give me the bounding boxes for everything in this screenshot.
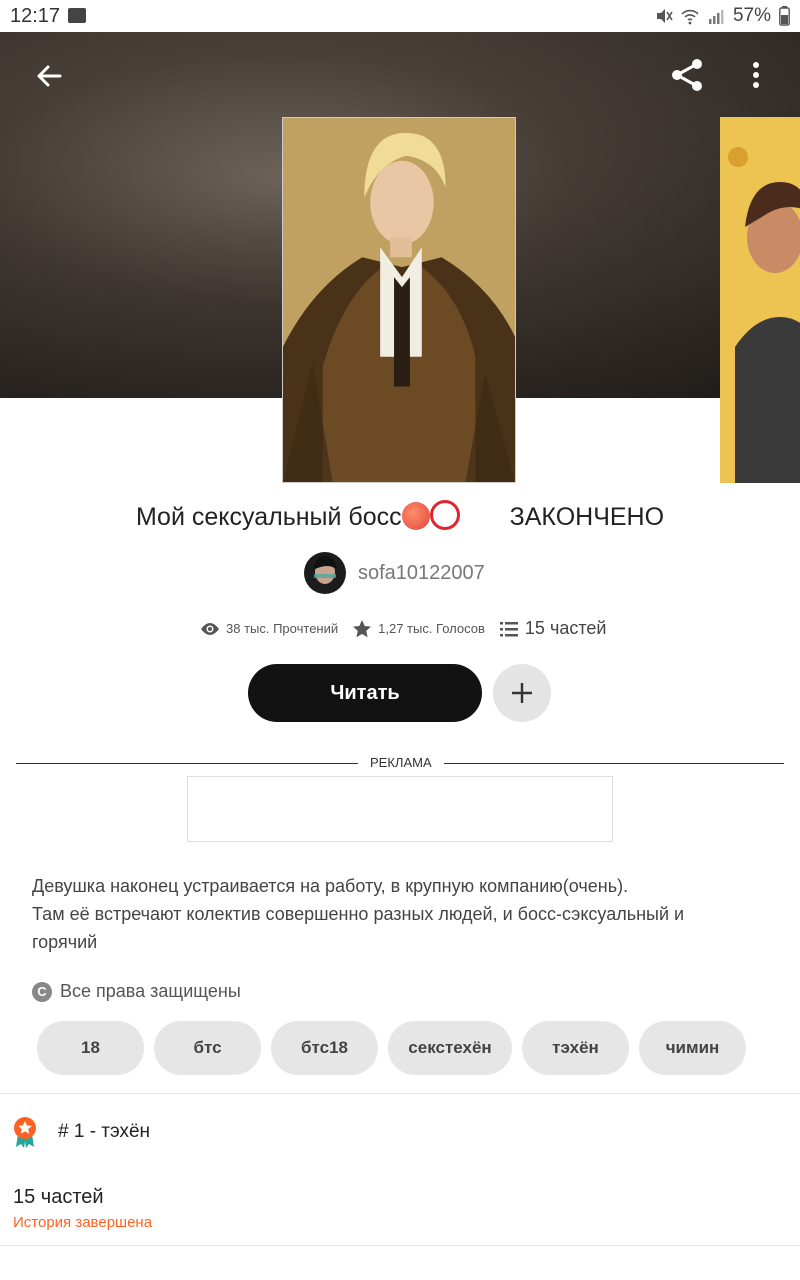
battery-icon: [779, 6, 790, 26]
description-line: горячий: [32, 932, 98, 952]
author-name[interactable]: sofa10122007: [358, 562, 485, 585]
star-icon: [353, 619, 372, 637]
status-right: 57%: [655, 5, 790, 27]
story-stats: 38 тыс. Прочтений 1,27 тыс. Голосов 15 ч…: [200, 618, 620, 639]
ad-slot[interactable]: [187, 776, 613, 842]
tag-chip[interactable]: секстехён: [388, 1021, 512, 1075]
no-under-18-icon: [429, 500, 460, 530]
rank-badge-icon: [14, 1117, 36, 1148]
share-icon[interactable]: [668, 56, 706, 94]
next-story-cover-image[interactable]: [720, 117, 800, 483]
notification-icon: [68, 8, 86, 23]
section-divider: [0, 1245, 800, 1246]
plus-icon: [512, 683, 532, 703]
parts-stat: 15 частей: [499, 618, 607, 639]
description-line: Девушка наконец устраивается на работу, …: [32, 876, 629, 896]
signal-icon: [708, 10, 724, 24]
author-avatar[interactable]: [304, 552, 346, 594]
completion-status: История завершена: [13, 1214, 153, 1231]
tag-chip[interactable]: бтс: [154, 1021, 261, 1075]
list-icon: [499, 621, 518, 636]
story-cover-image[interactable]: [282, 117, 516, 483]
copyright-row: C Все права защищены: [32, 981, 241, 1002]
battery-percent: 57%: [732, 5, 771, 26]
tag-list: 18 бтс бтс18 секстехён тэхён чимин: [37, 1021, 746, 1075]
story-title: Мой сексуальный босс: [135, 503, 402, 531]
eye-icon: [201, 622, 219, 635]
add-to-library-button[interactable]: [493, 664, 551, 722]
votes-count: 1,27 тыс. Голосов: [378, 621, 485, 636]
copyright-icon: C: [32, 981, 52, 1002]
ranking-row[interactable]: # 1 - тэхён: [12, 1116, 150, 1148]
story-status-label: ЗАКОНЧЕНО: [509, 503, 665, 531]
author-row[interactable]: sofa10122007: [304, 552, 485, 594]
hot-face-emoji-icon: [401, 502, 430, 530]
read-button[interactable]: Читать: [248, 664, 482, 722]
story-description: Девушка наконец устраивается на работу, …: [32, 872, 772, 956]
reads-count: 38 тыс. Прочтений: [226, 621, 339, 636]
status-time: 12:17: [10, 5, 61, 27]
tag-chip[interactable]: тэхён: [522, 1021, 629, 1075]
back-arrow-icon[interactable]: [30, 60, 70, 92]
tag-chip[interactable]: чимин: [639, 1021, 746, 1075]
ad-label: РЕКЛАМА: [358, 755, 444, 770]
rank-text: # 1 - тэхён: [58, 1121, 151, 1142]
reads-stat: 38 тыс. Прочтений: [200, 619, 338, 639]
more-vertical-icon[interactable]: [746, 58, 766, 92]
tag-chip[interactable]: 18: [37, 1021, 144, 1075]
description-line: Там её встречают колектив совершенно раз…: [32, 904, 685, 924]
section-divider: [0, 1093, 800, 1094]
mute-icon: [656, 9, 673, 23]
story-title-row: Мой сексуальный босс ЗАКОНЧЕНО: [0, 500, 800, 532]
copyright-text: Все права защищены: [60, 981, 241, 1001]
parts-count: 15 частей: [13, 1186, 104, 1208]
status-bar: 12:17 57%: [0, 0, 800, 32]
votes-stat: 1,27 тыс. Голосов: [352, 619, 485, 639]
wifi-icon: [681, 9, 699, 25]
tag-chip[interactable]: бтс18: [271, 1021, 378, 1075]
parts-count-stat: 15 частей: [524, 618, 607, 638]
